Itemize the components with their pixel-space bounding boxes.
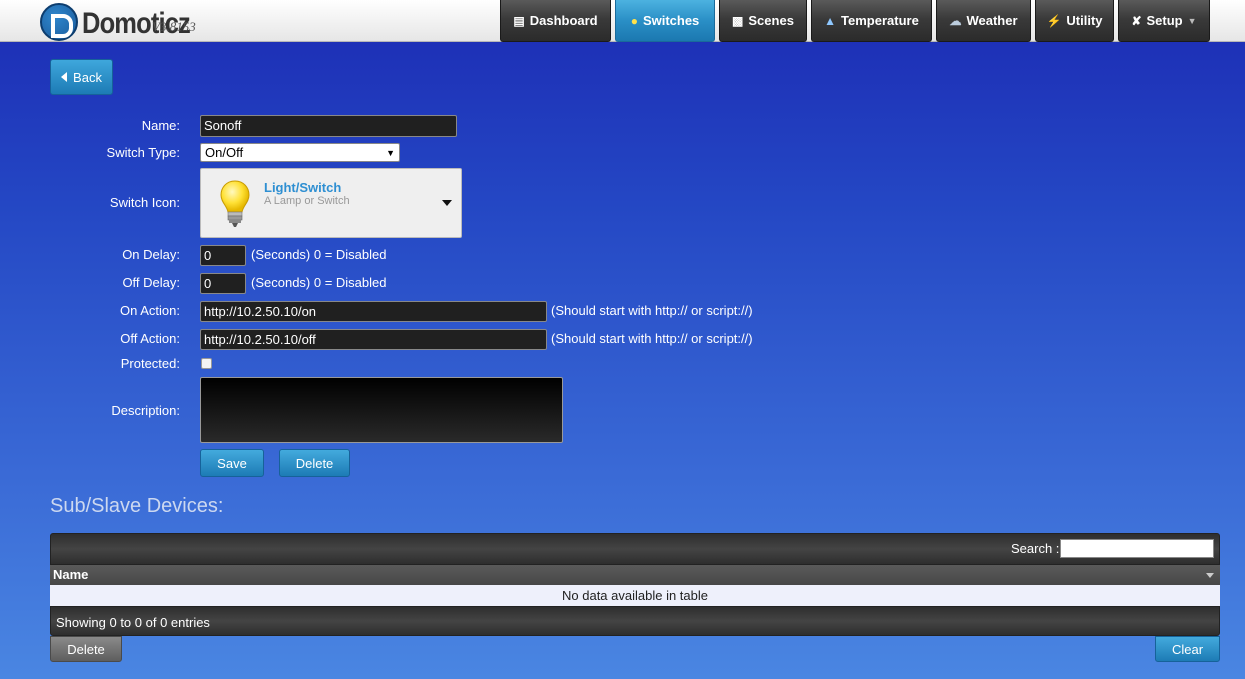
on-delay-label: On Delay: bbox=[122, 247, 180, 262]
nav-weather-label: Weather bbox=[966, 13, 1018, 28]
clapperboard-icon: ▩ bbox=[732, 13, 744, 28]
switch-icon-picker[interactable]: Light/Switch A Lamp or Switch bbox=[200, 168, 462, 238]
off-delay-input[interactable]: 0 bbox=[200, 273, 246, 294]
nav-switches[interactable]: ● Switches bbox=[615, 0, 715, 42]
off-action-input[interactable]: http://10.2.50.10/off bbox=[200, 329, 547, 350]
description-textarea[interactable] bbox=[200, 377, 563, 443]
main-nav: ▤ Dashboard ● Switches ▩ Scenes ▲ Temper… bbox=[500, 0, 1214, 42]
meter-icon: ⚡ bbox=[1046, 13, 1062, 28]
back-arrow-icon bbox=[61, 72, 68, 82]
lightbulb-icon: ● bbox=[630, 13, 638, 28]
cloud-rain-icon: ☁ bbox=[949, 13, 962, 28]
column-header-label: Name bbox=[53, 567, 89, 582]
switch-type-label: Switch Type: bbox=[106, 145, 180, 160]
save-button[interactable]: Save bbox=[200, 449, 264, 477]
top-bar: Domoticz V3.8153 ▤ Dashboard ● Switches … bbox=[0, 0, 1245, 42]
thermometer-icon: ▲ bbox=[824, 13, 837, 28]
select-arrow-icon: ▼ bbox=[386, 147, 395, 158]
switch-icon-name: Light/Switch bbox=[264, 180, 342, 195]
protected-checkbox[interactable] bbox=[201, 358, 212, 369]
switch-icon-description: A Lamp or Switch bbox=[264, 195, 350, 207]
clear-button[interactable]: Clear bbox=[1155, 636, 1220, 662]
on-action-label: On Action: bbox=[120, 303, 180, 318]
app-version: V3.8153 bbox=[152, 19, 196, 34]
back-button[interactable]: Back bbox=[50, 59, 113, 95]
protected-label: Protected: bbox=[120, 356, 180, 371]
nav-setup-label: Setup bbox=[1146, 13, 1183, 28]
name-input[interactable]: Sonoff bbox=[200, 115, 457, 137]
column-header-name[interactable]: Name bbox=[50, 565, 1220, 585]
switch-type-select[interactable]: On/Off ▼ bbox=[200, 143, 400, 162]
description-label: Description: bbox=[111, 403, 180, 418]
table-info: Showing 0 to 0 of 0 entries bbox=[56, 615, 210, 630]
delete-button[interactable]: Delete bbox=[279, 449, 350, 477]
switch-type-value: On/Off bbox=[205, 145, 244, 160]
search-input[interactable] bbox=[1060, 539, 1214, 558]
sort-icon bbox=[1206, 573, 1214, 578]
nav-temperature-label: Temperature bbox=[841, 13, 919, 28]
off-action-label: Off Action: bbox=[120, 331, 180, 346]
delete-subdevice-button[interactable]: Delete bbox=[50, 636, 122, 662]
subslave-title: Sub/Slave Devices: bbox=[50, 495, 224, 517]
nav-temperature[interactable]: ▲ Temperature bbox=[811, 0, 932, 42]
nav-scenes-label: Scenes bbox=[748, 13, 794, 28]
dashboard-icon: ▤ bbox=[513, 13, 525, 28]
nav-utility[interactable]: ⚡ Utility bbox=[1035, 0, 1114, 42]
nav-weather[interactable]: ☁ Weather bbox=[936, 0, 1031, 42]
table-toolbar: Search : bbox=[50, 533, 1220, 565]
switch-icon-label: Switch Icon: bbox=[109, 195, 180, 210]
chevron-down-icon: ▼ bbox=[1187, 15, 1197, 26]
nav-dashboard[interactable]: ▤ Dashboard bbox=[500, 0, 611, 42]
nav-setup[interactable]: ✘ Setup ▼ bbox=[1118, 0, 1210, 42]
lightbulb-icon bbox=[220, 180, 250, 227]
search-label: Search : bbox=[1011, 541, 1060, 556]
on-delay-input[interactable]: 0 bbox=[200, 245, 246, 266]
tools-icon: ✘ bbox=[1131, 13, 1142, 28]
name-label: Name: bbox=[141, 118, 180, 133]
off-delay-hint: (Seconds) 0 = Disabled bbox=[251, 275, 387, 290]
nav-utility-label: Utility bbox=[1066, 13, 1103, 28]
back-button-label: Back bbox=[73, 69, 102, 85]
nav-dashboard-label: Dashboard bbox=[529, 13, 598, 28]
table-empty-row: No data available in table bbox=[50, 585, 1220, 606]
chevron-down-icon[interactable] bbox=[442, 200, 452, 206]
on-action-input[interactable]: http://10.2.50.10/on bbox=[200, 301, 547, 322]
table-footer: Showing 0 to 0 of 0 entries bbox=[50, 606, 1220, 636]
nav-scenes[interactable]: ▩ Scenes bbox=[719, 0, 807, 42]
nav-switches-label: Switches bbox=[642, 13, 700, 28]
on-delay-hint: (Seconds) 0 = Disabled bbox=[251, 247, 387, 262]
domoticz-logo-icon bbox=[40, 3, 78, 41]
off-delay-label: Off Delay: bbox=[122, 275, 180, 290]
on-action-hint: (Should start with http:// or script://) bbox=[551, 303, 753, 318]
off-action-hint: (Should start with http:// or script://) bbox=[551, 331, 753, 346]
